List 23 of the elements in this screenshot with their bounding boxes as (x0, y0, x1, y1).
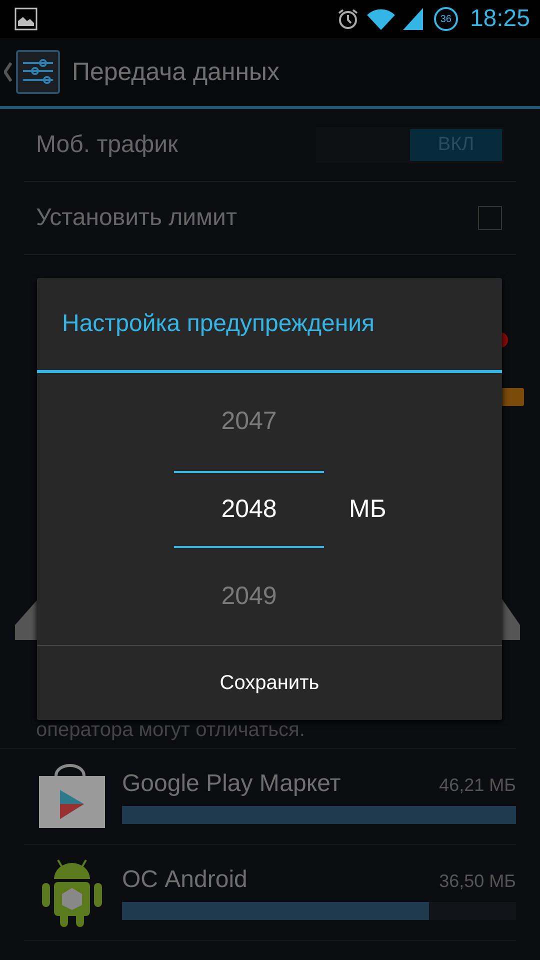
shopping-bag-icon (38, 764, 106, 830)
picker-value[interactable]: 2048 (174, 470, 324, 548)
alarm-icon (336, 7, 360, 31)
screen-title: Передача данных (72, 58, 280, 86)
picker-value[interactable]: 2049 (174, 552, 324, 642)
image-icon (14, 7, 38, 31)
back-icon[interactable] (4, 62, 12, 82)
battery-indicator: 36 (434, 7, 458, 31)
signal-icon (402, 7, 424, 31)
dialog-title: Настройка предупреждения (37, 278, 502, 373)
picker-value[interactable]: 2047 (174, 376, 324, 466)
checkbox[interactable] (478, 206, 502, 230)
settings-app-icon[interactable] (16, 50, 60, 94)
app-name: ОС Android (122, 866, 248, 894)
data-usage: 46,21 МБ (439, 774, 516, 796)
data-usage: 36,50 МБ (439, 870, 516, 892)
setting-label: Моб. трафик (36, 131, 178, 159)
clock-time: 18:25 (470, 5, 530, 33)
app-name: Google Play Маркет (122, 770, 341, 798)
save-button[interactable]: Сохранить (37, 646, 502, 720)
unit-label: МБ (349, 494, 386, 524)
wifi-icon (366, 7, 396, 31)
setting-label: Установить лимит (36, 204, 237, 232)
